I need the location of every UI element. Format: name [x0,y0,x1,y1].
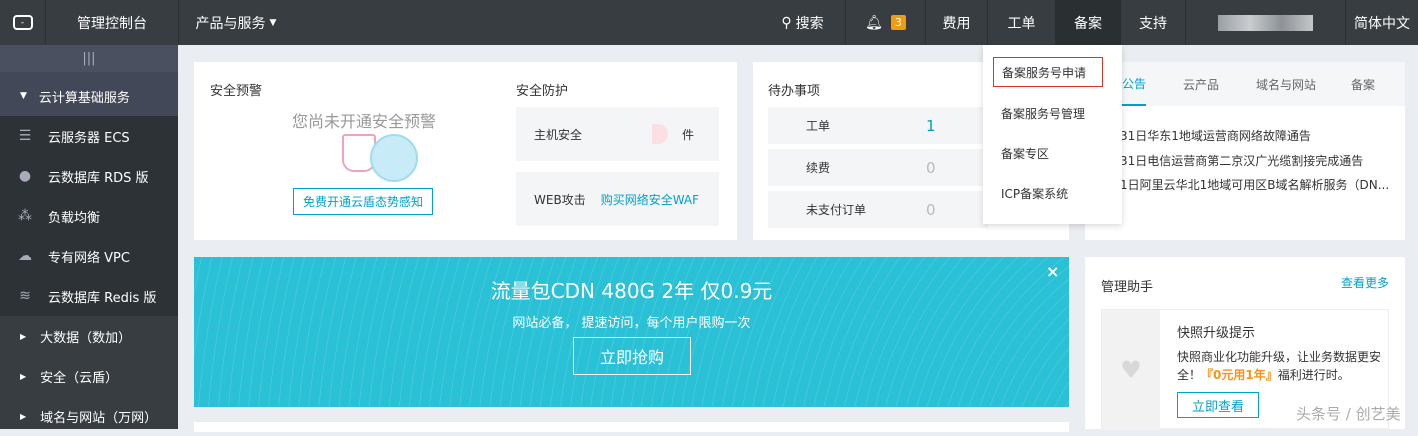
tip-highlight: 『0元用1年』 [1201,368,1278,382]
nav-support[interactable]: 支持 [1120,0,1185,45]
item-label: 专有网络 VPC [48,250,130,266]
security-protect-title: 安全防护 [516,84,569,99]
cdn-promo-banner[interactable]: 流量包CDN 480G 2年 仅0.9元 网站必备， 提速访问，每个用户限购一次… [194,257,1069,407]
sidebar-collapse-handle[interactable]: ||| [0,45,178,72]
todo-row-renew[interactable]: 续费 0 [768,149,988,186]
view-more-link[interactable]: 查看更多 [1341,274,1389,291]
sidebar-item-redis[interactable]: ≋ 云数据库 Redis 版 [0,276,178,316]
tab-beian[interactable]: 备案 [1351,62,1375,106]
database-icon: ● [18,168,32,184]
sidebar-section-cloud[interactable]: ▼ 云计算基础服务 [0,72,178,120]
console-link[interactable]: 管理控制台 [45,0,178,45]
tip-text: 快照商业化功能升级，让业务数据更安全！『0元用1年』福利进行时。 [1177,348,1382,384]
item-label: 云服务器 ECS [48,130,130,146]
tip-text-end: 福利进行时。 [1277,368,1350,382]
server-icon: ☰ [18,128,32,144]
menu-item-icp-system[interactable]: ICP备案系统 [993,178,1103,208]
globe-illustration-icon [370,134,418,182]
banner-subtitle: 网站必备， 提速访问，每个用户限购一次 [512,316,751,331]
top-navbar: - 管理控制台 产品与服务 ▼ ⚲ 搜索 🔔︎ 3 费用 工单 备案 支持 简体中文 [0,0,1418,45]
item-label: 云数据库 Redis 版 [48,290,157,306]
user-account-menu[interactable] [1185,0,1345,45]
caret-down-icon: ▼ [269,17,277,28]
notice-item[interactable]: 31日华东1地域运营商网络故障通告 [1120,127,1311,144]
user-name-blurred [1218,14,1313,31]
todo-label: 工单 [806,119,831,133]
web-attack-row: WEB攻击 购买网络安全WAF [516,172,719,226]
watermark: 头条号 / 创艺美 [1296,405,1401,423]
caret-right-icon: ▶ [20,331,27,341]
notice-item[interactable]: 31日电信运营商第二京汉广光缆割接完成通告 [1120,152,1363,169]
todo-row-unpaid[interactable]: 未支付订单 0 [768,191,988,228]
sidebar-item-vpc[interactable]: ☁ 专有网络 VPC [0,236,178,276]
search-label: 搜索 [795,15,824,32]
sidebar-group-bigdata[interactable]: ▶ 大数据（数加） [0,316,178,356]
security-card: 安全预警 您尚未开通安全预警 免费开通云盾态势感知 安全防护 主机安全 件 WEB… [194,62,737,240]
security-alert-empty-text: 您尚未开通安全预警 [292,112,437,131]
products-label: 产品与服务 [195,15,266,32]
nav-fees[interactable]: 费用 [925,0,987,45]
menu-item-beian-zone[interactable]: 备案专区 [993,138,1103,168]
notification-badge: 3 [890,15,906,30]
notice-item[interactable]: 1日阿里云华北1地域可用区B域名解析服务（DN... [1120,176,1389,193]
sidebar-item-ecs[interactable]: ☰ 云服务器 ECS [0,116,178,156]
host-security-row[interactable]: 主机安全 件 [516,107,719,161]
todo-value: 0 [926,158,936,177]
tab-cloud-products[interactable]: 云产品 [1183,62,1219,106]
sidebar-item-slb[interactable]: ⁂ 负载均衡 [0,196,178,236]
buy-now-button[interactable]: 立即抢购 [573,337,691,375]
section-label: 云计算基础服务 [38,90,130,106]
enable-situation-awareness-button[interactable]: 免费开通云盾态势感知 [293,188,433,215]
security-alert-title: 安全预警 [210,84,263,99]
products-menu[interactable]: 产品与服务 ▼ [178,0,293,45]
tab-domains[interactable]: 域名与网站 [1256,62,1316,106]
host-security-unit: 件 [682,127,695,142]
caret-right-icon: ▶ [20,371,27,381]
caret-down-icon: ▼ [20,91,27,101]
todo-label: 续费 [806,161,831,175]
bell-icon: 🔔︎ [865,14,883,31]
tip-title: 快照升级提示 [1177,326,1256,341]
nav-beian[interactable]: 备案 [1055,0,1120,45]
todo-value: 1 [926,116,936,135]
load-balance-icon: ⁂ [18,208,32,224]
helper-title: 管理助手 [1101,280,1154,295]
language-menu[interactable]: 简体中文 [1345,0,1418,45]
nav-tickets[interactable]: 工单 [987,0,1055,45]
item-label: 负载均衡 [48,210,101,226]
banner-title: 流量包CDN 480G 2年 仅0.9元 [490,279,773,303]
tab-announcements[interactable]: 公告 [1122,62,1147,106]
group-label: 安全（云盾） [40,370,119,386]
next-card [194,422,1069,432]
sidebar-item-rds[interactable]: ● 云数据库 RDS 版 [0,156,178,196]
heart-icon: ♥ [1102,310,1160,430]
cloud-icon: ☁ [18,248,32,264]
close-icon[interactable]: × [1046,262,1059,281]
notifications-button[interactable]: 🔔︎ 3 [845,0,925,45]
menu-item-beian-service-apply[interactable]: 备案服务号申请 [993,57,1103,87]
todo-label: 未支付订单 [806,203,867,217]
host-security-count-blurred [652,124,669,144]
item-label: 云数据库 RDS 版 [48,170,149,186]
menu-item-beian-service-manage[interactable]: 备案服务号管理 [993,98,1103,128]
group-label: 域名与网站（万网） [40,410,158,426]
view-now-button[interactable]: 立即查看 [1177,392,1259,418]
sidebar: ||| ▼ 云计算基础服务 ☰ 云服务器 ECS ● 云数据库 RDS 版 ⁂ 负载均衡… [0,45,178,429]
group-label: 大数据（数加） [40,330,132,346]
todo-row-tickets[interactable]: 工单 1 [768,107,988,144]
host-security-label: 主机安全 [534,127,583,142]
sidebar-group-domain[interactable]: ▶ 域名与网站（万网） [0,396,178,436]
web-attack-label: WEB攻击 [534,192,586,207]
sidebar-group-security[interactable]: ▶ 安全（云盾） [0,356,178,396]
todo-value: 0 [926,200,936,219]
todo-title: 待办事项 [768,84,821,99]
search-button[interactable]: ⚲ 搜索 [760,0,845,45]
redis-icon: ≋ [19,288,31,304]
search-icon: ⚲ [781,14,792,31]
buy-waf-link[interactable]: 购买网络安全WAF [601,191,699,208]
aliyun-logo-icon[interactable]: - [0,0,45,45]
caret-right-icon: ▶ [20,411,27,421]
beian-dropdown-menu: 备案服务号申请 备案服务号管理 备案专区 ICP备案系统 [983,45,1122,224]
